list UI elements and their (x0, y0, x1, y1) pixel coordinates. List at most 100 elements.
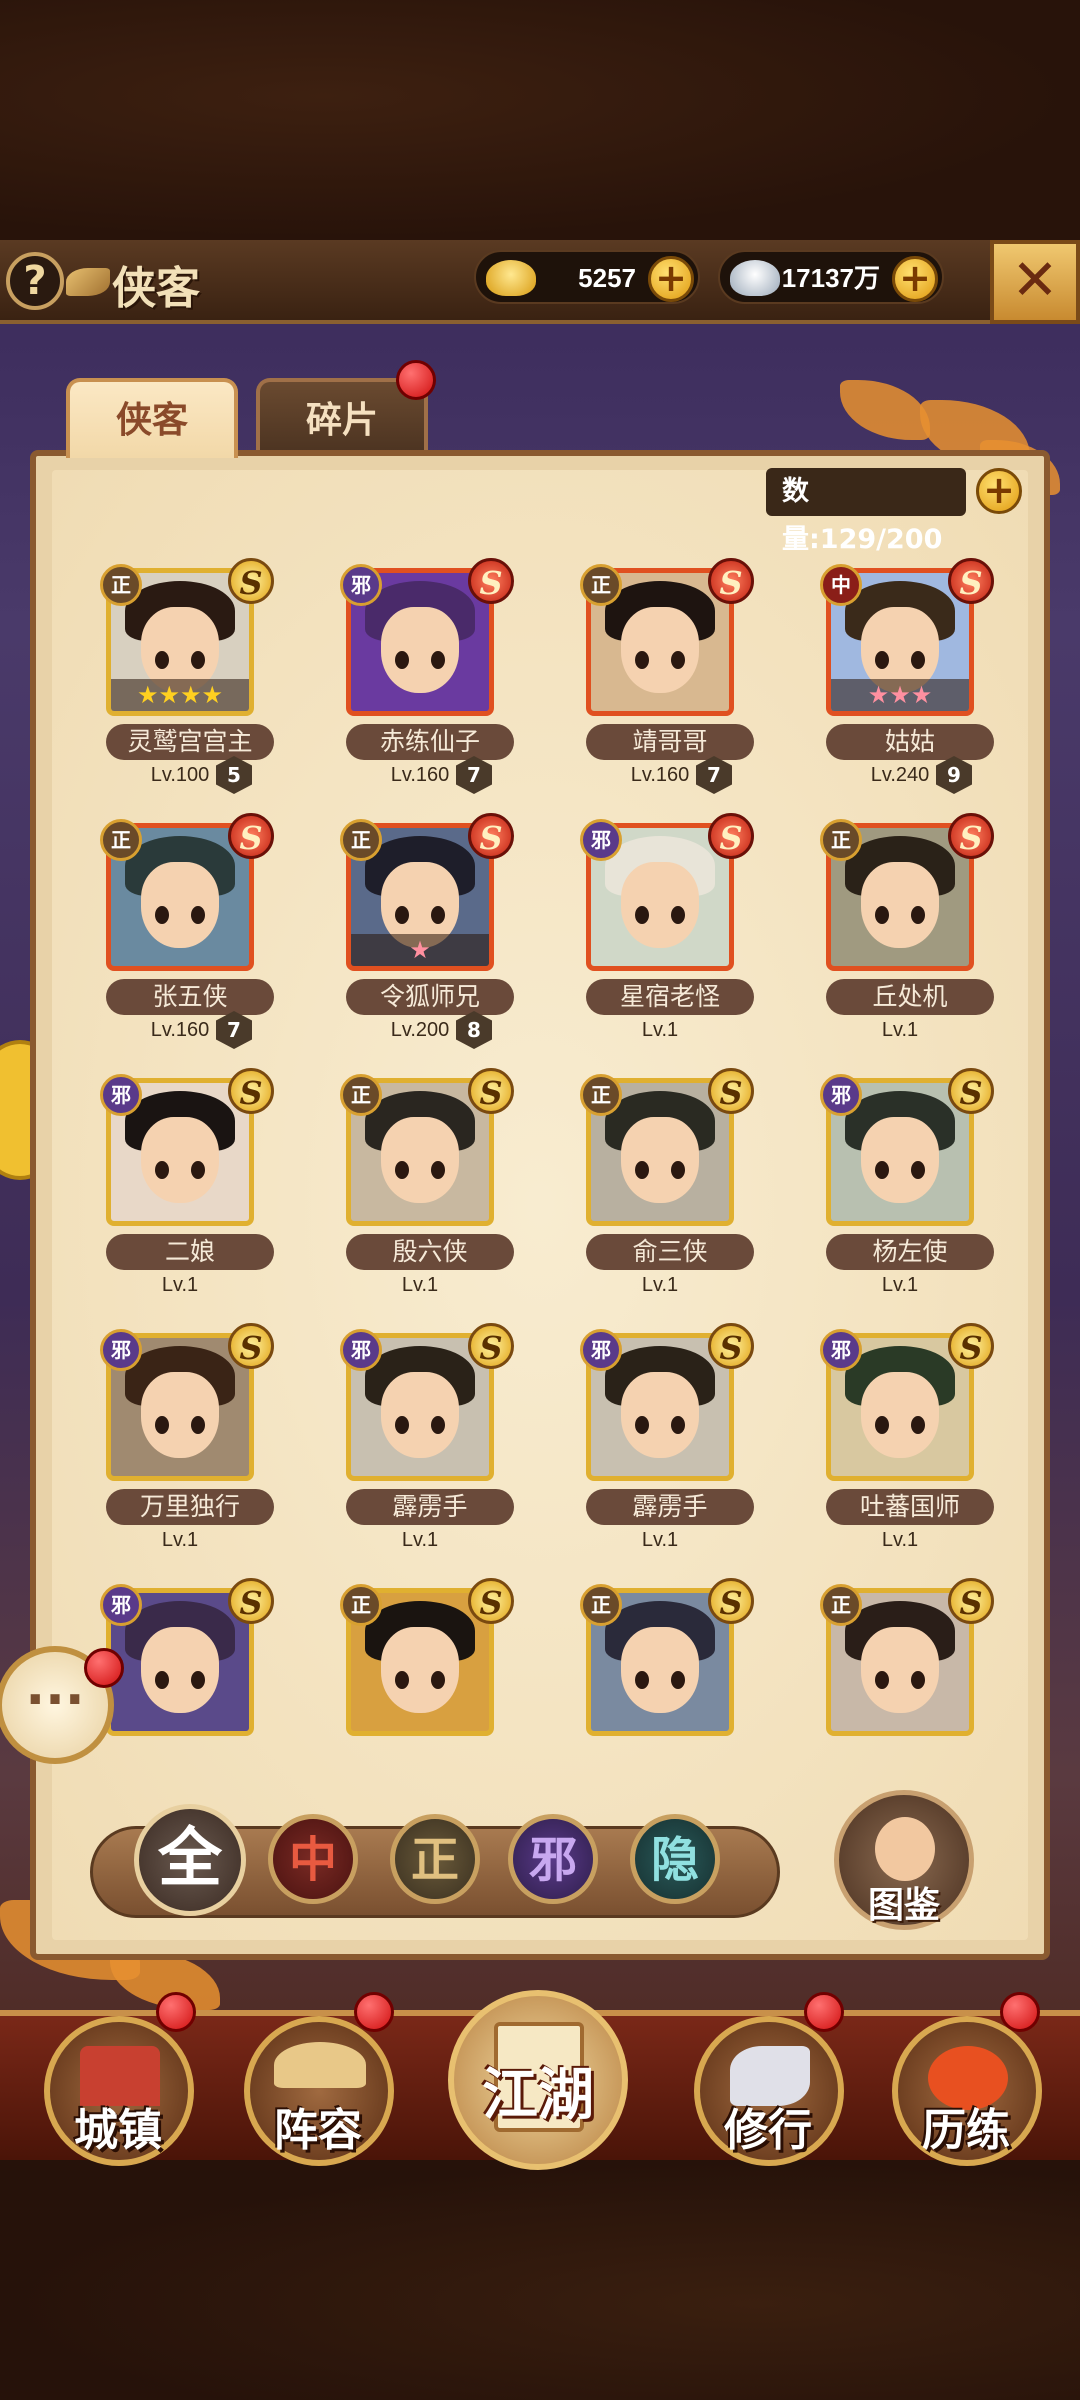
hero-name: 俞三侠 (586, 1234, 754, 1270)
hero-card[interactable]: ★★★★ 正 S 灵鹫宫宫主 Lv.100 5 (70, 558, 310, 798)
expand-roster-button[interactable]: + (976, 468, 1022, 514)
hero-eye (395, 651, 409, 669)
hero-card[interactable]: 正S (550, 1578, 790, 1752)
hero-card[interactable]: 正S (790, 1578, 1010, 1752)
grade-badge: S (708, 1068, 754, 1114)
hero-eye (875, 1416, 889, 1434)
hero-eye (155, 1671, 169, 1689)
star-rating: ★★★★ (111, 679, 249, 711)
alignment-badge: 正 (100, 819, 142, 861)
hero-face (621, 1627, 699, 1713)
hero-name: 赤练仙子 (346, 724, 514, 760)
hero-card[interactable]: 邪 S 星宿老怪 Lv.1 (550, 813, 790, 1053)
alignment-badge: 正 (340, 1584, 382, 1626)
hero-face (381, 1627, 459, 1713)
hero-card[interactable]: 正 S 靖哥哥 Lv.160 7 (550, 558, 790, 798)
hero-card[interactable]: 邪 S 赤练仙子 Lv.160 7 (310, 558, 550, 798)
hero-level: Lv.1 (641, 1274, 679, 1296)
alignment-badge: 正 (820, 1584, 862, 1626)
grade-badge: S (708, 1578, 754, 1624)
hero-card[interactable]: 邪 S 霹雳手 Lv.1 (550, 1323, 790, 1563)
close-button[interactable]: ✕ (990, 240, 1080, 324)
grade-badge: S (948, 1068, 994, 1114)
filter-hidden-button[interactable]: 隐 (630, 1814, 720, 1904)
alignment-badge: 邪 (580, 819, 622, 861)
hero-card[interactable]: 邪 S 二娘 Lv.1 (70, 1068, 310, 1308)
hero-eye (431, 1416, 445, 1434)
hero-level: Lv.1 (881, 1274, 919, 1296)
hero-card[interactable]: 正 S 俞三侠 Lv.1 (550, 1068, 790, 1308)
hero-face (861, 1117, 939, 1203)
grade-badge: S (468, 558, 514, 604)
hero-eye (191, 1161, 205, 1179)
hero-eye (191, 906, 205, 924)
star-rating: ★★★ (831, 679, 969, 711)
hero-card[interactable]: 正S (310, 1578, 550, 1752)
filter-all-button[interactable]: 全 (134, 1804, 246, 1916)
hero-eye (635, 1161, 649, 1179)
hero-face (621, 862, 699, 948)
hero-card[interactable]: ★ 正 S 令狐师兄 Lv.200 8 (310, 813, 550, 1053)
hero-face (141, 862, 219, 948)
hero-eye (155, 1161, 169, 1179)
hero-eye (671, 1161, 685, 1179)
grade-badge: S (228, 813, 274, 859)
grade-badge: S (708, 558, 754, 604)
hero-eye (875, 1161, 889, 1179)
hero-level: Lv.1 (401, 1529, 439, 1551)
nav-jianghu-label: 江湖 (482, 2062, 594, 2128)
hero-card[interactable]: 邪 S 杨左使 Lv.1 (790, 1068, 1010, 1308)
grade-badge: S (468, 1578, 514, 1624)
hero-eye (911, 1671, 925, 1689)
grade-badge: S (708, 1323, 754, 1369)
hero-eye (395, 1671, 409, 1689)
hero-level: Lv.160 (150, 1019, 210, 1041)
notification-dot (354, 1992, 394, 2032)
hero-eye (635, 906, 649, 924)
alignment-badge: 邪 (820, 1329, 862, 1371)
tab-heroes[interactable]: 侠客 (66, 378, 238, 458)
hero-face (861, 1627, 939, 1713)
alignment-badge: 正 (340, 819, 382, 861)
hero-face (381, 607, 459, 693)
filter-evil-button[interactable]: 邪 (508, 1814, 598, 1904)
hero-eye (155, 1416, 169, 1434)
hero-level: Lv.100 (150, 764, 210, 786)
notification-dot (804, 1992, 844, 2032)
alignment-badge: 正 (580, 1584, 622, 1626)
filter-righteous-button[interactable]: 正 (390, 1814, 480, 1904)
notification-dot (156, 1992, 196, 2032)
add-silver-button[interactable]: + (892, 256, 938, 302)
hero-card[interactable]: 邪 S 万里独行 Lv.1 (70, 1323, 310, 1563)
hero-eye (671, 906, 685, 924)
hero-card[interactable]: 正 S 殷六侠 Lv.1 (310, 1068, 550, 1308)
add-gold-button[interactable]: + (648, 256, 694, 302)
hero-eye (635, 1671, 649, 1689)
hero-eye (431, 1671, 445, 1689)
hero-eye (191, 1671, 205, 1689)
grade-badge: S (228, 558, 274, 604)
grade-badge: S (948, 813, 994, 859)
hero-card[interactable]: 邪 S 霹雳手 Lv.1 (310, 1323, 550, 1563)
hero-card[interactable]: 邪 S 吐蕃国师 Lv.1 (790, 1323, 1010, 1563)
hero-face (141, 1117, 219, 1203)
alignment-badge: 邪 (340, 564, 382, 606)
top-background (0, 0, 1080, 240)
alignment-badge: 邪 (340, 1329, 382, 1371)
hero-card[interactable]: 正 S 张五侠 Lv.160 7 (70, 813, 310, 1053)
filter-neutral-button[interactable]: 中 (268, 1814, 358, 1904)
hero-card[interactable]: ★★★ 中 S 姑姑 Lv.240 9 (790, 558, 1010, 798)
hero-card[interactable]: 正 S 丘处机 Lv.1 (790, 813, 1010, 1053)
bottom-background (0, 2160, 1080, 2400)
alignment-badge: 正 (580, 1074, 622, 1116)
hero-name: 靖哥哥 (586, 724, 754, 760)
hero-level: Lv.160 (390, 764, 450, 786)
alignment-badge: 正 (820, 819, 862, 861)
hero-eye (635, 1416, 649, 1434)
hero-level: Lv.1 (401, 1274, 439, 1296)
breakthrough-badge: 9 (936, 756, 972, 794)
hero-eye (395, 1161, 409, 1179)
nav-trial-label: 历练 (922, 2105, 1010, 2156)
hero-eye (671, 1416, 685, 1434)
help-icon[interactable]: ? (6, 252, 64, 310)
